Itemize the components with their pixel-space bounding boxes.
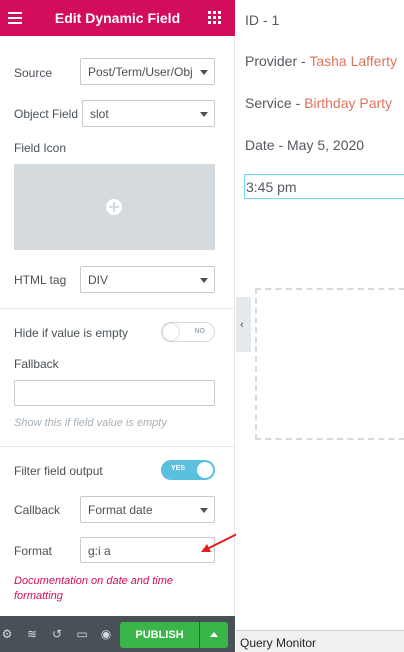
preview-id: ID - 1 — [245, 12, 280, 28]
hide-if-empty-label: Hide if value is empty — [14, 326, 129, 340]
toggle-knob — [197, 462, 213, 478]
html-tag-label: HTML tag — [14, 273, 67, 287]
filter-output-toggle[interactable]: YES — [161, 460, 215, 480]
source-label: Source — [14, 66, 53, 80]
chevron-down-icon — [200, 278, 208, 283]
callback-select[interactable]: Format date — [80, 496, 215, 523]
layers-icon[interactable]: ≋ — [25, 627, 39, 641]
format-input[interactable]: g:i a — [80, 537, 215, 563]
field-icon-label: Field Icon — [14, 141, 67, 155]
section-divider — [0, 308, 235, 309]
hide-if-empty-toggle[interactable]: NO — [161, 322, 215, 342]
fallback-label: Fallback — [14, 357, 59, 371]
settings-icon[interactable]: ⚙ — [0, 627, 14, 641]
filter-output-label: Filter field output — [14, 464, 103, 478]
history-icon[interactable]: ↺ — [50, 627, 64, 641]
panel-collapse-handle[interactable]: ‹ — [236, 297, 251, 352]
grid-icon[interactable] — [208, 11, 221, 24]
panel-title: Edit Dynamic Field — [54, 10, 181, 26]
object-field-select[interactable]: slot — [82, 100, 215, 127]
toggle-text: YES — [171, 465, 186, 472]
preview-canvas: ID - 1 Provider - Tasha Lafferty Service… — [236, 0, 404, 630]
source-value: Post/Term/User/Obj — [88, 65, 193, 79]
chevron-down-icon — [200, 70, 208, 75]
service-link[interactable]: Birthday Party — [304, 95, 392, 111]
documentation-link[interactable]: Documentation on date and time formattin… — [14, 574, 184, 604]
service-label: Service - — [245, 95, 305, 111]
fallback-input[interactable] — [14, 380, 215, 406]
preview-eye-icon[interactable]: ◉ — [99, 627, 113, 641]
chevron-down-icon — [200, 508, 208, 513]
field-icon-picker[interactable] — [14, 164, 215, 250]
preview-service: Service - Birthday Party — [245, 95, 392, 111]
add-icon[interactable] — [106, 199, 122, 215]
preview-date: Date - May 5, 2020 — [245, 137, 365, 153]
html-tag-select[interactable]: DIV — [80, 266, 215, 293]
object-field-label: Object Field — [14, 107, 79, 121]
chevron-down-icon — [200, 112, 208, 117]
format-label: Format — [14, 544, 53, 558]
source-select[interactable]: Post/Term/User/Obj — [80, 58, 215, 85]
chevron-left-icon: ‹ — [240, 319, 244, 331]
object-field-value: slot — [90, 107, 109, 121]
panel-header: Edit Dynamic Field — [0, 0, 235, 36]
publish-button[interactable]: PUBLISH — [120, 622, 199, 648]
dynamic-field-preview[interactable]: 3:45 pm — [244, 174, 404, 199]
publish-options-button[interactable] — [200, 622, 228, 648]
section-divider — [0, 446, 235, 447]
responsive-icon[interactable]: ▭ — [75, 627, 89, 641]
toggle-text: NO — [194, 328, 206, 335]
query-monitor-bar[interactable]: Query Monitor — [236, 630, 404, 652]
toggle-knob — [163, 324, 179, 340]
callback-value: Format date — [88, 503, 153, 517]
fallback-hint: Show this if field value is empty — [14, 417, 167, 429]
provider-link[interactable]: Tasha Lafferty — [309, 53, 397, 69]
preview-provider: Provider - Tasha Lafferty — [245, 53, 397, 69]
editor-panel: Edit Dynamic Field Source Post/Term/User… — [0, 0, 242, 652]
html-tag-value: DIV — [88, 273, 109, 287]
provider-label: Provider - — [245, 53, 310, 69]
callback-label: Callback — [14, 503, 61, 517]
empty-dropzone[interactable] — [255, 288, 404, 440]
